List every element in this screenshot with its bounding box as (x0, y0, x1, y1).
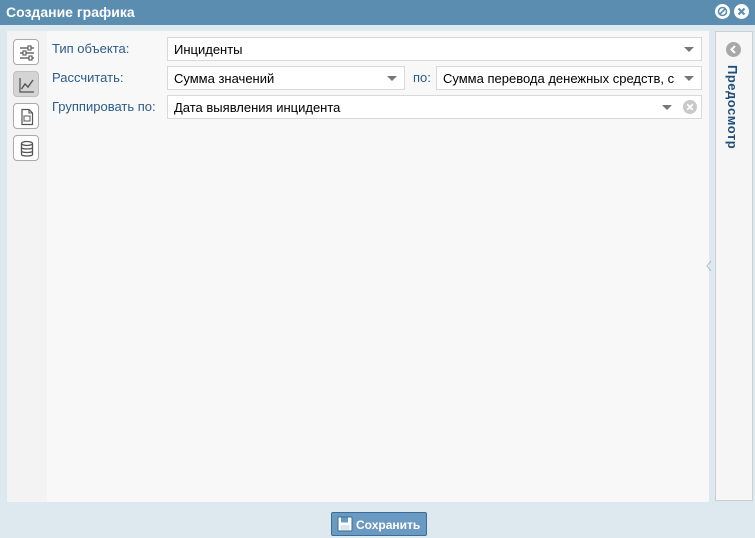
side-toolbar (7, 31, 47, 502)
calculate-label: Рассчитать: (52, 70, 124, 85)
pin-icon[interactable] (715, 4, 730, 19)
window-title: Создание графика (6, 4, 135, 20)
chevron-down-icon[interactable] (662, 105, 672, 110)
chevron-down-icon[interactable] (684, 47, 694, 52)
by-label: по: (413, 70, 431, 85)
object-type-label: Тип объекта: (52, 41, 130, 56)
group-by-label: Группировать по: (52, 99, 156, 114)
settings-button[interactable] (13, 39, 39, 65)
document-button[interactable] (13, 103, 39, 129)
group-by-value: Дата выявления инцидента (174, 100, 341, 115)
splitter-arrow-icon[interactable] (706, 260, 712, 272)
save-label: Сохранить (356, 518, 421, 532)
calculate-field-value: Сумма перевода денежных средств, с (443, 71, 675, 86)
close-icon[interactable] (734, 4, 749, 19)
database-icon (20, 140, 34, 157)
calculate-field-select[interactable]: Сумма перевода денежных средств, с (436, 66, 702, 90)
chevron-down-icon[interactable] (684, 76, 694, 81)
preview-panel[interactable]: Предосмотр (715, 31, 753, 501)
save-button[interactable]: Сохранить (331, 512, 427, 536)
object-type-value: Инциденты (174, 42, 243, 57)
title-bar: Создание графика (0, 0, 755, 25)
calculate-value: Сумма значений (174, 71, 275, 86)
footer-bar: Сохранить (0, 506, 755, 538)
data-source-button[interactable] (13, 135, 39, 161)
line-chart-icon (19, 78, 34, 93)
clear-icon[interactable] (683, 100, 697, 114)
expand-left-icon[interactable] (726, 42, 741, 57)
chart-button[interactable] (13, 71, 39, 97)
chevron-down-icon[interactable] (387, 76, 397, 81)
document-icon (21, 108, 34, 126)
preview-label: Предосмотр (725, 65, 740, 150)
group-by-select[interactable]: Дата выявления инцидента (167, 95, 702, 119)
settings-sliders-icon (20, 45, 34, 61)
object-type-select[interactable]: Инциденты (167, 37, 702, 61)
floppy-disk-icon (337, 516, 353, 532)
calculate-select[interactable]: Сумма значений (167, 66, 405, 90)
